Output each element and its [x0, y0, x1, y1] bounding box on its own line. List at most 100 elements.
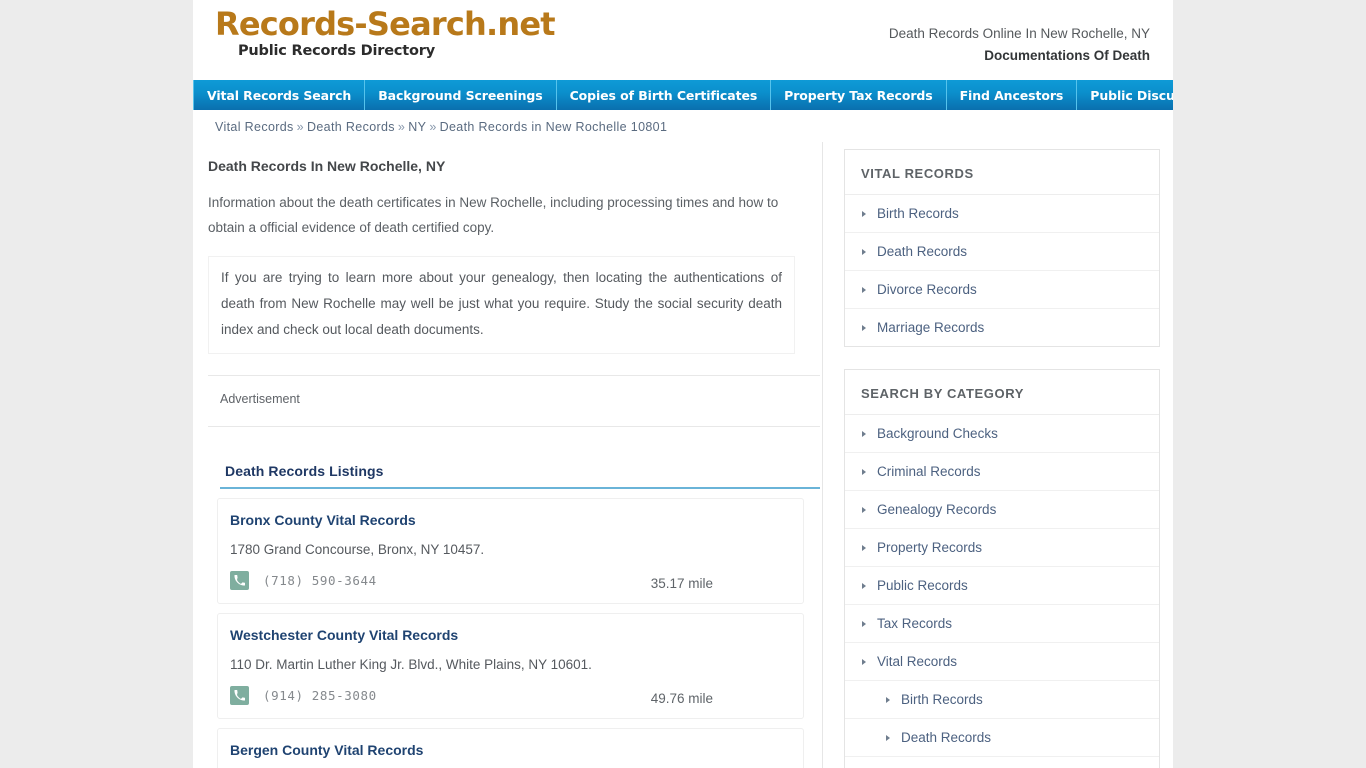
listing-name[interactable]: Bronx County Vital Records: [230, 510, 789, 530]
advertisement-divider: [208, 426, 820, 427]
sidebar-list: Background Checks Criminal Records Genea…: [845, 415, 1159, 768]
nav-item-copies-of-birth-certificates[interactable]: Copies of Birth Certificates: [557, 80, 772, 110]
listing-name[interactable]: Westchester County Vital Records: [230, 625, 789, 645]
site-logo[interactable]: Records-Search.net Public Records Direct…: [215, 7, 635, 59]
nav-item-public-discussion[interactable]: Public Discussion: [1077, 80, 1173, 110]
sidebar: VITAL RECORDS Birth Records Death Record…: [823, 142, 1172, 768]
sidebar-item-divorce-records[interactable]: Divorce Records: [845, 271, 1159, 308]
listings-heading: Death Records Listings: [225, 463, 384, 479]
nav-item-find-ancestors[interactable]: Find Ancestors: [947, 80, 1078, 110]
listing-address: 110 Dr. Martin Luther King Jr. Blvd., Wh…: [230, 657, 592, 672]
breadcrumb-item-ny[interactable]: NY: [408, 120, 426, 134]
nav-item-vital-records-search[interactable]: Vital Records Search: [193, 80, 366, 110]
sidebar-item-tax-records[interactable]: Tax Records: [845, 605, 1159, 642]
list-item: Marriage Records: [845, 309, 1159, 346]
listings-heading-rule: [220, 487, 820, 489]
phone-icon: [230, 685, 249, 705]
list-item: Birth Records: [845, 195, 1159, 233]
breadcrumb-item-death-records[interactable]: Death Records: [307, 120, 395, 134]
nav-item-property-tax-records[interactable]: Property Tax Records: [771, 80, 947, 110]
sidebar-item-criminal-records[interactable]: Criminal Records: [845, 453, 1159, 490]
highlight-quote-box: If you are trying to learn more about yo…: [208, 256, 795, 354]
chevron-right-icon: [862, 286, 866, 293]
breadcrumb-separator: »: [397, 120, 406, 134]
chevron-right-icon: [862, 620, 866, 627]
sidebar-subitem-birth-records[interactable]: Birth Records: [845, 681, 1159, 718]
page-title: Death Records In New Rochelle, NY: [208, 158, 446, 174]
sidebar-item-label: Divorce Records: [877, 282, 977, 297]
advertisement-label: Advertisement: [220, 392, 300, 406]
breadcrumb-separator: »: [296, 120, 304, 134]
site-header: Records-Search.net Public Records Direct…: [193, 0, 1173, 80]
header-tagline-secondary: Documentations Of Death: [984, 48, 1150, 63]
breadcrumb-separator: »: [429, 120, 437, 134]
sidebar-item-genealogy-records[interactable]: Genealogy Records: [845, 491, 1159, 528]
sidebar-item-death-records[interactable]: Death Records: [845, 233, 1159, 270]
logo-wordmark: Records-Search.net: [215, 5, 556, 43]
chevron-right-icon: [886, 696, 890, 703]
sidebar-item-label: Death Records: [877, 244, 968, 259]
sidebar-item-label: Tax Records: [877, 616, 953, 631]
sidebar-item-property-records[interactable]: Property Records: [845, 529, 1159, 566]
chevron-right-icon: [862, 544, 866, 551]
sidebar-item-label: Marriage Records: [877, 320, 985, 335]
header-tagline-primary: Death Records Online In New Rochelle, NY: [888, 26, 1150, 41]
sidebar-item-public-records[interactable]: Public Records: [845, 567, 1159, 604]
list-item: Tax Records: [845, 605, 1159, 643]
sidebar-panel-search-by-category: SEARCH BY CATEGORY Background Checks Cri…: [844, 369, 1160, 768]
list-item: Death Records: [845, 719, 1159, 757]
list-item: Divorce Records: [845, 757, 1159, 768]
list-item: Vital Records: [845, 643, 1159, 681]
listing-distance: 49.76 mile: [650, 691, 713, 706]
list-item: Criminal Records: [845, 453, 1159, 491]
sidebar-item-label: Birth Records: [877, 206, 959, 221]
sidebar-subitem-death-records[interactable]: Death Records: [845, 719, 1159, 756]
sidebar-item-label: Genealogy Records: [877, 502, 997, 517]
page-root: Records-Search.net Public Records Direct…: [0, 0, 1366, 768]
sidebar-item-vital-records[interactable]: Vital Records: [845, 643, 1159, 680]
chevron-right-icon: [886, 734, 890, 741]
sidebar-item-label: Criminal Records: [877, 464, 981, 479]
listing-name[interactable]: Bergen County Vital Records: [230, 740, 789, 760]
sidebar-subitem-divorce-records[interactable]: Divorce Records: [845, 757, 1159, 768]
sidebar-panel-title: SEARCH BY CATEGORY: [845, 370, 1159, 415]
sidebar-item-marriage-records[interactable]: Marriage Records: [845, 309, 1159, 346]
breadcrumb-item-current: Death Records in New Rochelle 10801: [439, 120, 668, 134]
list-item: Public Records: [845, 567, 1159, 605]
sidebar-item-label: Death Records: [901, 730, 992, 745]
list-item: Background Checks: [845, 415, 1159, 453]
sidebar-item-label: Property Records: [877, 540, 983, 555]
chevron-right-icon: [862, 248, 866, 255]
sidebar-item-label: Birth Records: [901, 692, 983, 707]
listing-distance: 35.17 mile: [650, 576, 713, 591]
breadcrumb: Vital Records» Death Records» NY» Death Rec…: [215, 110, 1151, 142]
list-item: Divorce Records: [845, 271, 1159, 309]
chevron-right-icon: [862, 210, 866, 217]
sidebar-list: Birth Records Death Records Divorce Reco…: [845, 195, 1159, 346]
sidebar-panel-title: VITAL RECORDS: [845, 150, 1159, 195]
sidebar-item-label: Background Checks: [877, 426, 998, 441]
list-item: Genealogy Records: [845, 491, 1159, 529]
breadcrumb-item-vital-records[interactable]: Vital Records: [215, 120, 294, 134]
page-body: Death Records In New Rochelle, NY Inform…: [193, 142, 1173, 768]
list-item: Property Records: [845, 529, 1159, 567]
listing-address: 1780 Grand Concourse, Bronx, NY 10457.: [230, 542, 485, 557]
listing-card[interactable]: Westchester County Vital Records 110 Dr.…: [217, 613, 804, 719]
chevron-right-icon: [862, 324, 866, 331]
listing-phone[interactable]: (914) 285-3080: [263, 688, 377, 703]
main-content-column: Death Records In New Rochelle, NY Inform…: [193, 142, 823, 768]
phone-icon: [230, 570, 249, 590]
content-divider: [208, 375, 820, 376]
listing-phone[interactable]: (718) 590-3644: [263, 573, 377, 588]
listing-card[interactable]: Bergen County Vital Records 215 State St…: [217, 728, 804, 768]
chevron-right-icon: [862, 430, 866, 437]
sidebar-item-birth-records[interactable]: Birth Records: [845, 195, 1159, 232]
listing-card[interactable]: Bronx County Vital Records 1780 Grand Co…: [217, 498, 804, 604]
nav-item-background-screenings[interactable]: Background Screenings: [365, 80, 557, 110]
sidebar-item-label: Vital Records: [877, 654, 958, 669]
list-item: Birth Records: [845, 681, 1159, 719]
intro-paragraph: Information about the death certificates…: [208, 195, 779, 235]
list-item: Death Records: [845, 233, 1159, 271]
sidebar-item-background-checks[interactable]: Background Checks: [845, 415, 1159, 452]
chevron-right-icon: [862, 658, 866, 665]
